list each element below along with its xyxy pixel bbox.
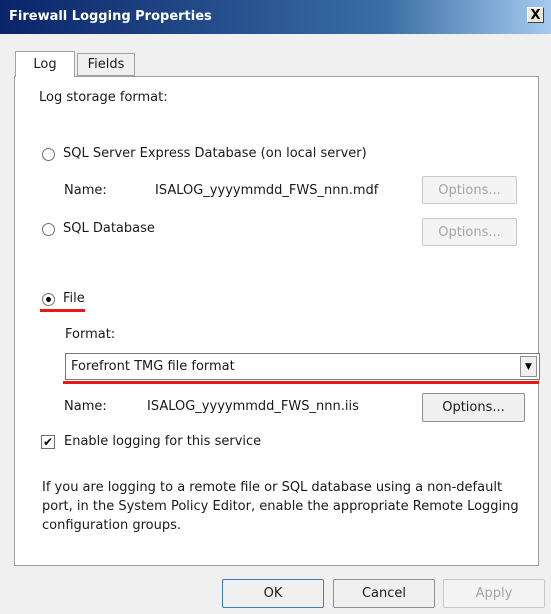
file-highlight-underline — [40, 309, 85, 312]
ok-button[interactable]: OK — [222, 579, 324, 608]
cancel-button[interactable]: Cancel — [333, 579, 435, 608]
remote-logging-info-text: If you are logging to a remote file or S… — [42, 480, 519, 533]
cancel-label: Cancel — [361, 586, 407, 601]
file-name-value: ISALOG_yyyymmdd_FWS_nnn.iis — [147, 399, 359, 414]
sql-express-label: SQL Server Express Database (on local se… — [63, 146, 367, 161]
sql-express-radio[interactable] — [42, 148, 55, 161]
sql-database-label: SQL Database — [63, 221, 155, 236]
file-label: File — [63, 291, 85, 306]
format-label: Format: — [65, 327, 116, 342]
file-radio[interactable] — [42, 293, 55, 306]
sql-express-name-value: ISALOG_yyyymmdd_FWS_nnn.mdf — [155, 183, 379, 198]
sql-database-radio[interactable] — [42, 223, 55, 236]
file-options-button[interactable]: Options... — [422, 393, 525, 422]
sql-database-options-button[interactable]: Options... — [422, 218, 517, 246]
file-name-label: Name: — [64, 399, 107, 414]
apply-label: Apply — [475, 586, 513, 601]
log-format-selected-value: Forefront TMG file format — [71, 359, 235, 374]
sql-express-options-button[interactable]: Options... — [422, 176, 517, 204]
chevron-down-icon[interactable]: ▼ — [520, 356, 537, 377]
enable-logging-label: Enable logging for this service — [64, 434, 262, 449]
sql-database-options-label: Options... — [438, 224, 501, 240]
ok-label: OK — [263, 586, 283, 601]
checkmark-icon: ✔ — [42, 435, 54, 449]
apply-button[interactable]: Apply — [443, 579, 545, 608]
log-storage-format-label: Log storage format: — [39, 90, 168, 105]
format-highlight-underline — [63, 381, 539, 384]
sql-express-name-label: Name: — [64, 183, 107, 198]
log-format-select[interactable]: Forefront TMG file format ▼ — [65, 353, 540, 380]
sql-express-options-label: Options... — [438, 182, 501, 198]
enable-logging-checkbox[interactable]: ✔ — [41, 435, 55, 449]
file-options-label: Options... — [442, 400, 505, 415]
